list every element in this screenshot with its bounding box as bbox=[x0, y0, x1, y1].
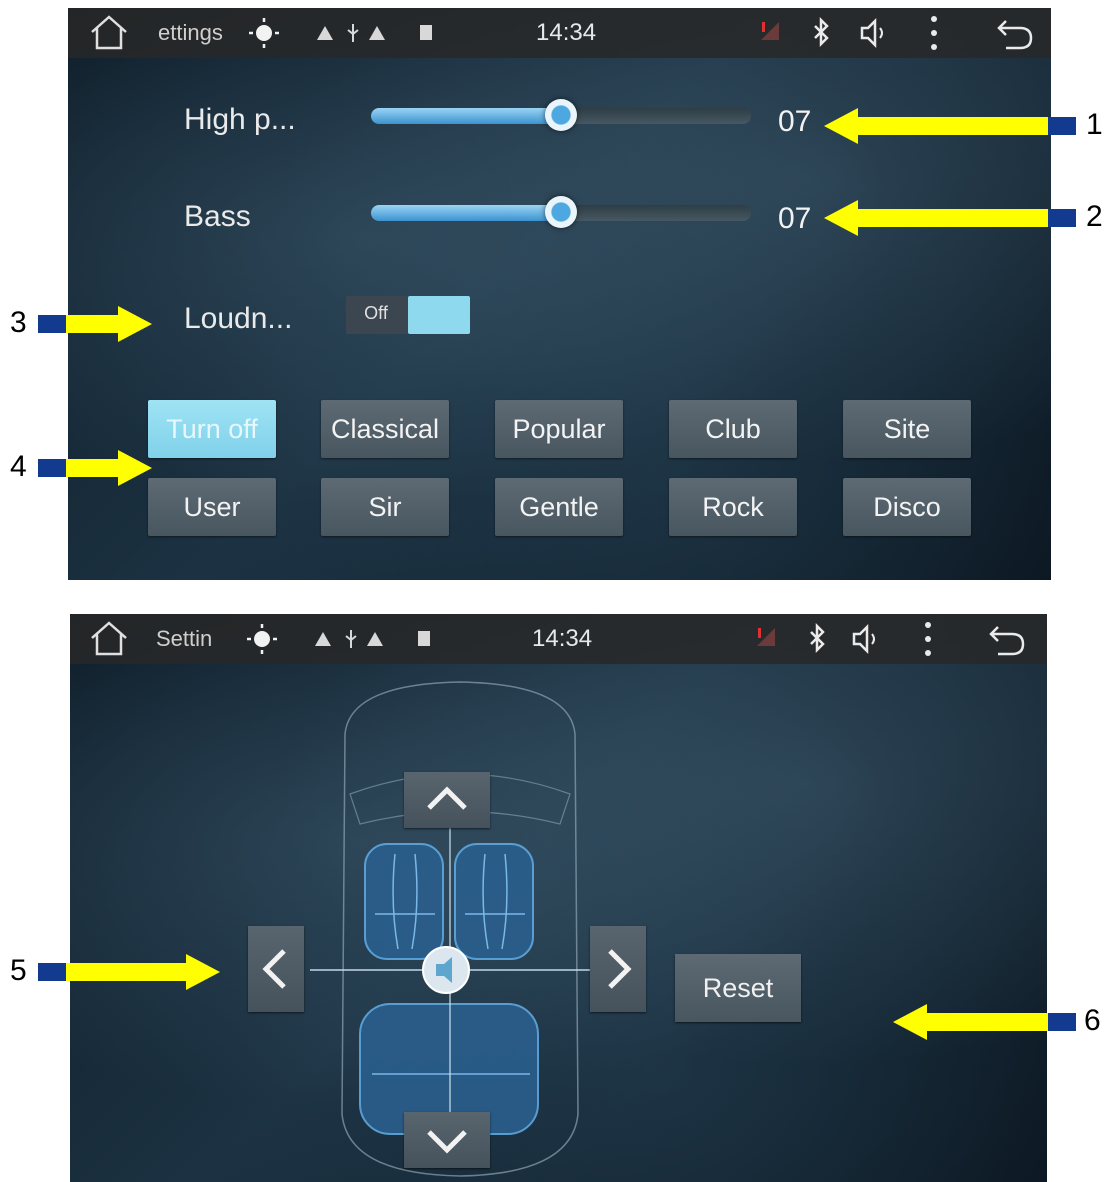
loudness-toggle[interactable]: Off bbox=[346, 296, 470, 334]
eq-settings-screen: ettings 14:34 High p... 07 Bass 07 Loudn… bbox=[68, 8, 1051, 580]
back-icon[interactable] bbox=[986, 614, 1028, 664]
chevron-left-icon bbox=[262, 949, 286, 989]
bass-fill bbox=[371, 205, 561, 221]
chevron-up-icon bbox=[427, 786, 467, 810]
sd-card-icon bbox=[418, 631, 430, 646]
signal-icon bbox=[757, 628, 775, 646]
callout-arrow-4 bbox=[66, 450, 152, 486]
fade-up-button[interactable] bbox=[404, 772, 490, 828]
callout-arrow-6 bbox=[893, 1004, 1048, 1040]
app-title: Settin bbox=[156, 626, 213, 651]
bass-label: Bass bbox=[184, 200, 251, 233]
volume-icon[interactable] bbox=[858, 8, 892, 58]
brightness-icon bbox=[247, 624, 277, 654]
app-title: ettings bbox=[158, 20, 223, 45]
usb-icon bbox=[347, 24, 359, 42]
toggle-state-text: Off bbox=[364, 303, 388, 323]
callout-square-5 bbox=[38, 963, 66, 981]
warning-icon bbox=[369, 26, 385, 40]
preset-popular-button[interactable]: Popular bbox=[495, 400, 623, 458]
back-icon[interactable] bbox=[994, 8, 1036, 58]
bass-value: 07 bbox=[778, 202, 812, 235]
car-seat-diagram bbox=[310, 681, 610, 1177]
preset-site-button[interactable]: Site bbox=[843, 400, 971, 458]
more-vert-icon[interactable] bbox=[926, 8, 942, 58]
high-pass-label: High p... bbox=[184, 103, 296, 136]
callout-label-3: 3 bbox=[10, 306, 27, 339]
balance-left-button[interactable] bbox=[248, 926, 304, 1012]
callout-square-2 bbox=[1048, 209, 1076, 227]
callout-label-5: 5 bbox=[10, 954, 27, 987]
bass-slider[interactable] bbox=[371, 196, 751, 228]
sd-card-icon bbox=[420, 25, 432, 40]
volume-icon[interactable] bbox=[850, 614, 884, 664]
bass-knob[interactable] bbox=[545, 196, 577, 228]
preset-disco-button[interactable]: Disco bbox=[843, 478, 971, 536]
warning-icon bbox=[315, 632, 331, 646]
high-pass-slider[interactable] bbox=[371, 99, 751, 131]
high-pass-value: 07 bbox=[778, 105, 812, 138]
fade-down-button[interactable] bbox=[404, 1112, 490, 1168]
status-bar: ettings 14:34 bbox=[68, 8, 1051, 58]
preset-rock-button[interactable]: Rock bbox=[669, 478, 797, 536]
callout-square-6 bbox=[1048, 1013, 1076, 1031]
status-clock: 14:34 bbox=[536, 19, 597, 46]
status-clock: 14:34 bbox=[532, 625, 593, 652]
callout-label-2: 2 bbox=[1086, 200, 1103, 233]
high-pass-fill bbox=[371, 108, 561, 124]
preset-gentle-button[interactable]: Gentle bbox=[495, 478, 623, 536]
home-icon[interactable] bbox=[88, 8, 130, 58]
more-vert-icon[interactable] bbox=[920, 614, 936, 664]
callout-square-3 bbox=[38, 315, 66, 333]
bluetooth-icon bbox=[814, 16, 829, 48]
callout-arrow-3 bbox=[66, 306, 152, 342]
usb-icon bbox=[345, 630, 357, 648]
warning-icon bbox=[367, 632, 383, 646]
status-bar: Settin 14:34 bbox=[70, 614, 1047, 664]
signal-icon bbox=[761, 22, 779, 40]
toggle-knob[interactable] bbox=[408, 296, 470, 334]
callout-square-4 bbox=[38, 459, 66, 477]
bluetooth-icon bbox=[810, 622, 825, 654]
preset-user-button[interactable]: User bbox=[148, 478, 276, 536]
callout-arrow-1 bbox=[824, 108, 1048, 144]
callout-arrow-5 bbox=[66, 954, 220, 990]
callout-arrow-2 bbox=[824, 200, 1048, 236]
preset-classical-button[interactable]: Classical bbox=[321, 400, 449, 458]
preset-sir-button[interactable]: Sir bbox=[321, 478, 449, 536]
chevron-down-icon bbox=[427, 1130, 467, 1154]
preset-club-button[interactable]: Club bbox=[669, 400, 797, 458]
warning-icon bbox=[317, 26, 333, 40]
callout-label-6: 6 bbox=[1084, 1004, 1101, 1037]
preset-turn-off-button[interactable]: Turn off bbox=[148, 400, 276, 458]
loudness-label: Loudn... bbox=[184, 302, 293, 335]
home-icon[interactable] bbox=[88, 614, 130, 664]
brightness-icon bbox=[249, 18, 279, 48]
reset-button[interactable]: Reset bbox=[675, 954, 801, 1022]
balance-fader-screen: Settin 14:34 Reset bbox=[70, 614, 1047, 1182]
chevron-right-icon bbox=[608, 949, 632, 989]
callout-label-1: 1 bbox=[1086, 108, 1103, 141]
callout-label-4: 4 bbox=[10, 450, 27, 483]
balance-right-button[interactable] bbox=[590, 926, 646, 1012]
callout-square-1 bbox=[1048, 117, 1076, 135]
high-pass-knob[interactable] bbox=[545, 99, 577, 131]
